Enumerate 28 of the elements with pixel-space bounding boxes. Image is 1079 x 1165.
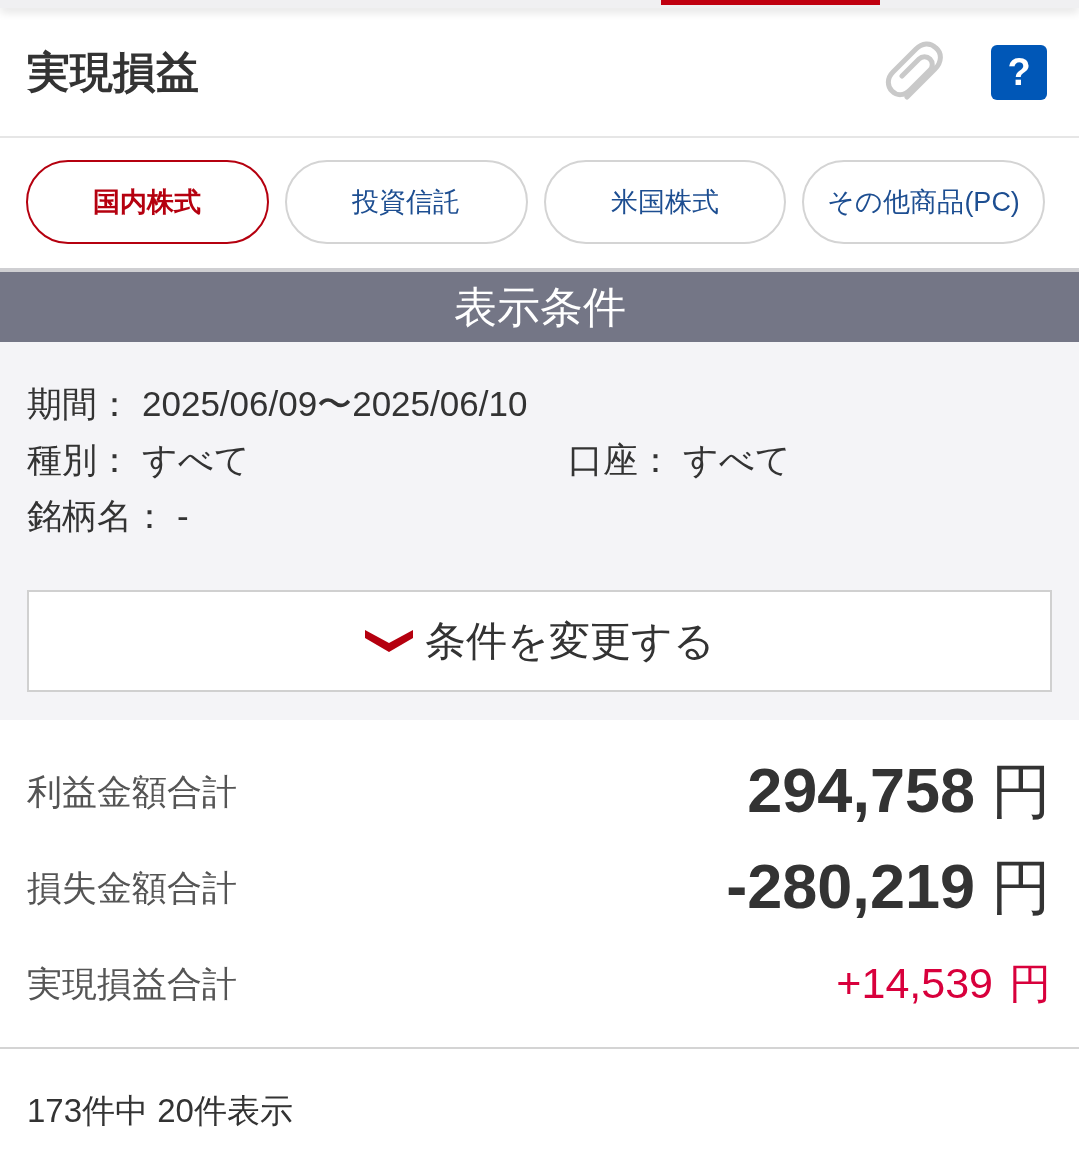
currency-unit: 円	[991, 756, 1051, 827]
currency-unit: 円	[991, 852, 1051, 923]
total-amount: +14,539	[836, 959, 993, 1008]
condition-value: すべて	[683, 438, 791, 481]
currency-unit: 円	[1009, 959, 1051, 1009]
change-conditions-button[interactable]: 条件を変更する	[27, 590, 1052, 692]
condition-value: すべて	[142, 438, 250, 481]
total-amount: -280,219	[726, 849, 975, 922]
condition-label: 銘柄名：	[27, 494, 167, 537]
result-count: 173件中 20件表示	[27, 1092, 293, 1129]
paperclip-icon[interactable]	[885, 41, 943, 103]
total-label: 実現損益合計	[27, 962, 237, 1005]
condition-value: -	[177, 495, 189, 536]
condition-label: 種別：	[27, 438, 132, 481]
page-title: 実現損益	[27, 50, 199, 94]
total-label: 利益金額合計	[27, 770, 237, 813]
help-button[interactable]: ?	[991, 44, 1047, 100]
chevron-down-icon	[364, 630, 413, 652]
category-tab[interactable]: 国内株式	[26, 160, 269, 244]
category-tab[interactable]: その他商品(PC)	[802, 160, 1045, 244]
condition-value: 2025/06/09〜2025/06/10	[142, 382, 528, 425]
condition-label: 口座：	[568, 438, 673, 481]
total-label: 損失金額合計	[27, 866, 237, 909]
category-tab[interactable]: 米国株式	[543, 160, 787, 244]
category-tab[interactable]: 投資信託	[284, 160, 528, 244]
condition-label: 期間：	[27, 382, 132, 425]
total-amount: 294,758	[747, 753, 975, 826]
section-title: 表示条件	[453, 285, 626, 329]
